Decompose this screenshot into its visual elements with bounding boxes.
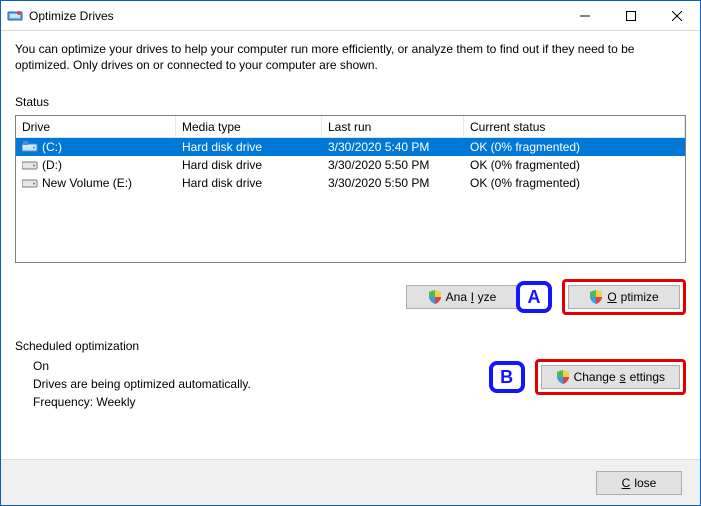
drive-name: (C:)	[42, 140, 62, 154]
minimize-button[interactable]	[562, 1, 608, 31]
scheduled-line1: Drives are being optimized automatically…	[33, 377, 489, 391]
optimize-label-u: O	[607, 290, 616, 304]
window-title: Optimize Drives	[29, 9, 562, 23]
analyze-label-pre: Ana	[446, 290, 467, 304]
drive-c-icon	[22, 141, 38, 153]
close-label-post: lose	[634, 476, 656, 490]
col-header-drive[interactable]: Drive	[16, 116, 176, 137]
drive-media: Hard disk drive	[176, 140, 322, 154]
drive-media: Hard disk drive	[176, 158, 322, 172]
col-header-last[interactable]: Last run	[322, 116, 464, 137]
change-label-u: s	[620, 370, 626, 384]
shield-icon	[589, 290, 603, 304]
analyze-button[interactable]: Analyze	[406, 285, 518, 309]
table-row[interactable]: (D:) Hard disk drive 3/30/2020 5:50 PM O…	[16, 156, 685, 174]
annotation-b: B	[489, 361, 525, 393]
drives-table: Drive Media type Last run Current status…	[15, 115, 686, 263]
maximize-button[interactable]	[608, 1, 654, 31]
close-window-button[interactable]	[654, 1, 700, 31]
scheduled-label: Scheduled optimization	[15, 339, 686, 353]
app-icon	[7, 8, 23, 24]
drive-status: OK (0% fragmented)	[464, 176, 685, 190]
col-header-media[interactable]: Media type	[176, 116, 322, 137]
drive-icon	[22, 159, 38, 171]
drive-icon	[22, 177, 38, 189]
change-label-post: ettings	[630, 370, 665, 384]
drive-status: OK (0% fragmented)	[464, 158, 685, 172]
highlight-optimize: Optimize	[562, 279, 686, 315]
table-row[interactable]: (C:) Hard disk drive 3/30/2020 5:40 PM O…	[16, 138, 685, 156]
status-label: Status	[15, 95, 686, 109]
scheduled-on: On	[33, 359, 489, 373]
drive-last: 3/30/2020 5:50 PM	[322, 176, 464, 190]
highlight-change-settings: Change s ettings	[535, 359, 686, 395]
shield-icon	[428, 290, 442, 304]
drive-media: Hard disk drive	[176, 176, 322, 190]
drive-name: (D:)	[42, 158, 62, 172]
analyze-label-post: yze	[478, 290, 497, 304]
optimize-label-post: ptimize	[621, 290, 659, 304]
close-label-u: C	[622, 476, 631, 490]
title-bar: Optimize Drives	[1, 1, 700, 31]
scheduled-line2: Frequency: Weekly	[33, 395, 489, 409]
table-header-row: Drive Media type Last run Current status	[16, 116, 685, 138]
col-header-status[interactable]: Current status	[464, 116, 685, 137]
annotation-a: A	[516, 281, 552, 313]
change-settings-button[interactable]: Change s ettings	[541, 365, 680, 389]
optimize-button[interactable]: Optimize	[568, 285, 680, 309]
drive-last: 3/30/2020 5:50 PM	[322, 158, 464, 172]
drive-status: OK (0% fragmented)	[464, 140, 685, 154]
drive-last: 3/30/2020 5:40 PM	[322, 140, 464, 154]
table-row[interactable]: New Volume (E:) Hard disk drive 3/30/202…	[16, 174, 685, 192]
close-button[interactable]: Close	[596, 471, 682, 495]
change-label-pre: Change	[574, 370, 616, 384]
drive-actions: Analyze A Optimize	[15, 279, 686, 315]
analyze-label-u: l	[471, 290, 474, 304]
drive-name: New Volume (E:)	[42, 176, 132, 190]
dialog-footer: Close	[1, 459, 700, 505]
intro-text: You can optimize your drives to help you…	[15, 41, 686, 73]
shield-icon	[556, 370, 570, 384]
